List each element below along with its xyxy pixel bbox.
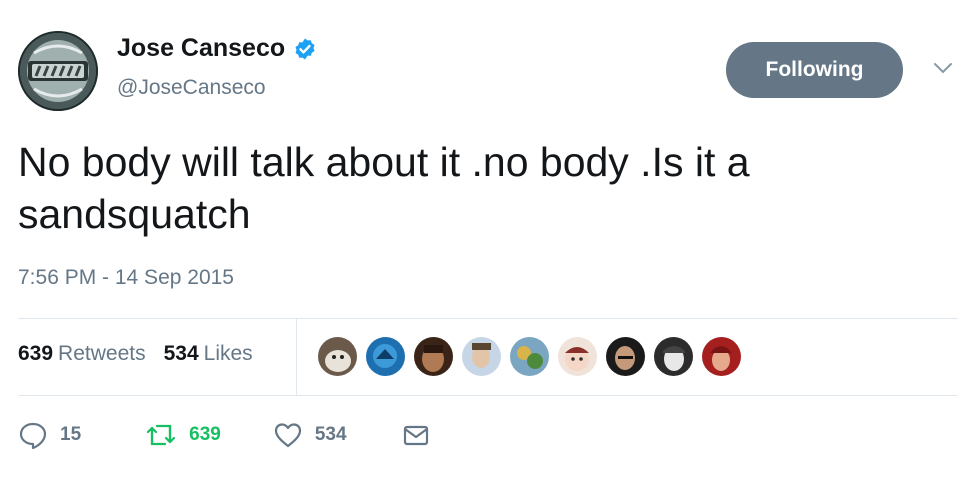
reply-count: 15	[60, 424, 82, 445]
chevron-down-icon[interactable]	[932, 60, 954, 76]
tweet-timestamp[interactable]: 7:56 PM - 14 Sep 2015	[18, 266, 234, 290]
liker-avatar[interactable]	[366, 337, 405, 376]
liker-avatar[interactable]	[462, 337, 501, 376]
liker-avatar[interactable]	[558, 337, 597, 376]
tweet-actions: 15 639 534	[18, 420, 431, 450]
like-button[interactable]: 534	[273, 420, 347, 450]
liker-avatar[interactable]	[606, 337, 645, 376]
stats-separator	[296, 318, 297, 395]
liker-avatar[interactable]	[702, 337, 741, 376]
direct-message-button[interactable]	[401, 420, 431, 450]
liker-avatar[interactable]	[318, 337, 357, 376]
likes-count: 534	[163, 342, 199, 365]
retweets-stat[interactable]: 639 Retweets	[18, 342, 146, 366]
following-button[interactable]: Following	[726, 42, 903, 98]
liker-avatar[interactable]	[654, 337, 693, 376]
retweet-count: 639	[189, 424, 221, 445]
retweets-label: Retweets	[58, 342, 146, 365]
envelope-icon	[401, 420, 431, 450]
like-count: 534	[314, 424, 347, 445]
heart-icon	[273, 420, 303, 450]
retweet-icon	[145, 420, 177, 450]
author-name[interactable]: Jose Canseco	[117, 34, 285, 63]
author-handle[interactable]: @JoseCanseco	[117, 76, 266, 100]
retweet-button[interactable]: 639	[145, 420, 221, 450]
author-name-row: Jose Canseco	[117, 34, 317, 63]
likes-stat[interactable]: 534 Likes	[164, 342, 253, 366]
liker-avatar[interactable]	[510, 337, 549, 376]
reply-button[interactable]: 15	[18, 420, 81, 450]
tweet-stats: 639 Retweets 534 Likes	[18, 342, 253, 366]
divider	[18, 395, 958, 396]
verified-badge-icon	[293, 37, 317, 61]
divider	[18, 318, 958, 319]
likes-label: Likes	[203, 342, 253, 365]
reply-icon	[18, 420, 48, 450]
avatar[interactable]	[18, 31, 98, 111]
tweet-text: No body will talk about it .no body .Is …	[18, 139, 750, 237]
liker-avatars	[318, 337, 741, 376]
retweets-count: 639	[18, 342, 54, 365]
liker-avatar[interactable]	[414, 337, 453, 376]
